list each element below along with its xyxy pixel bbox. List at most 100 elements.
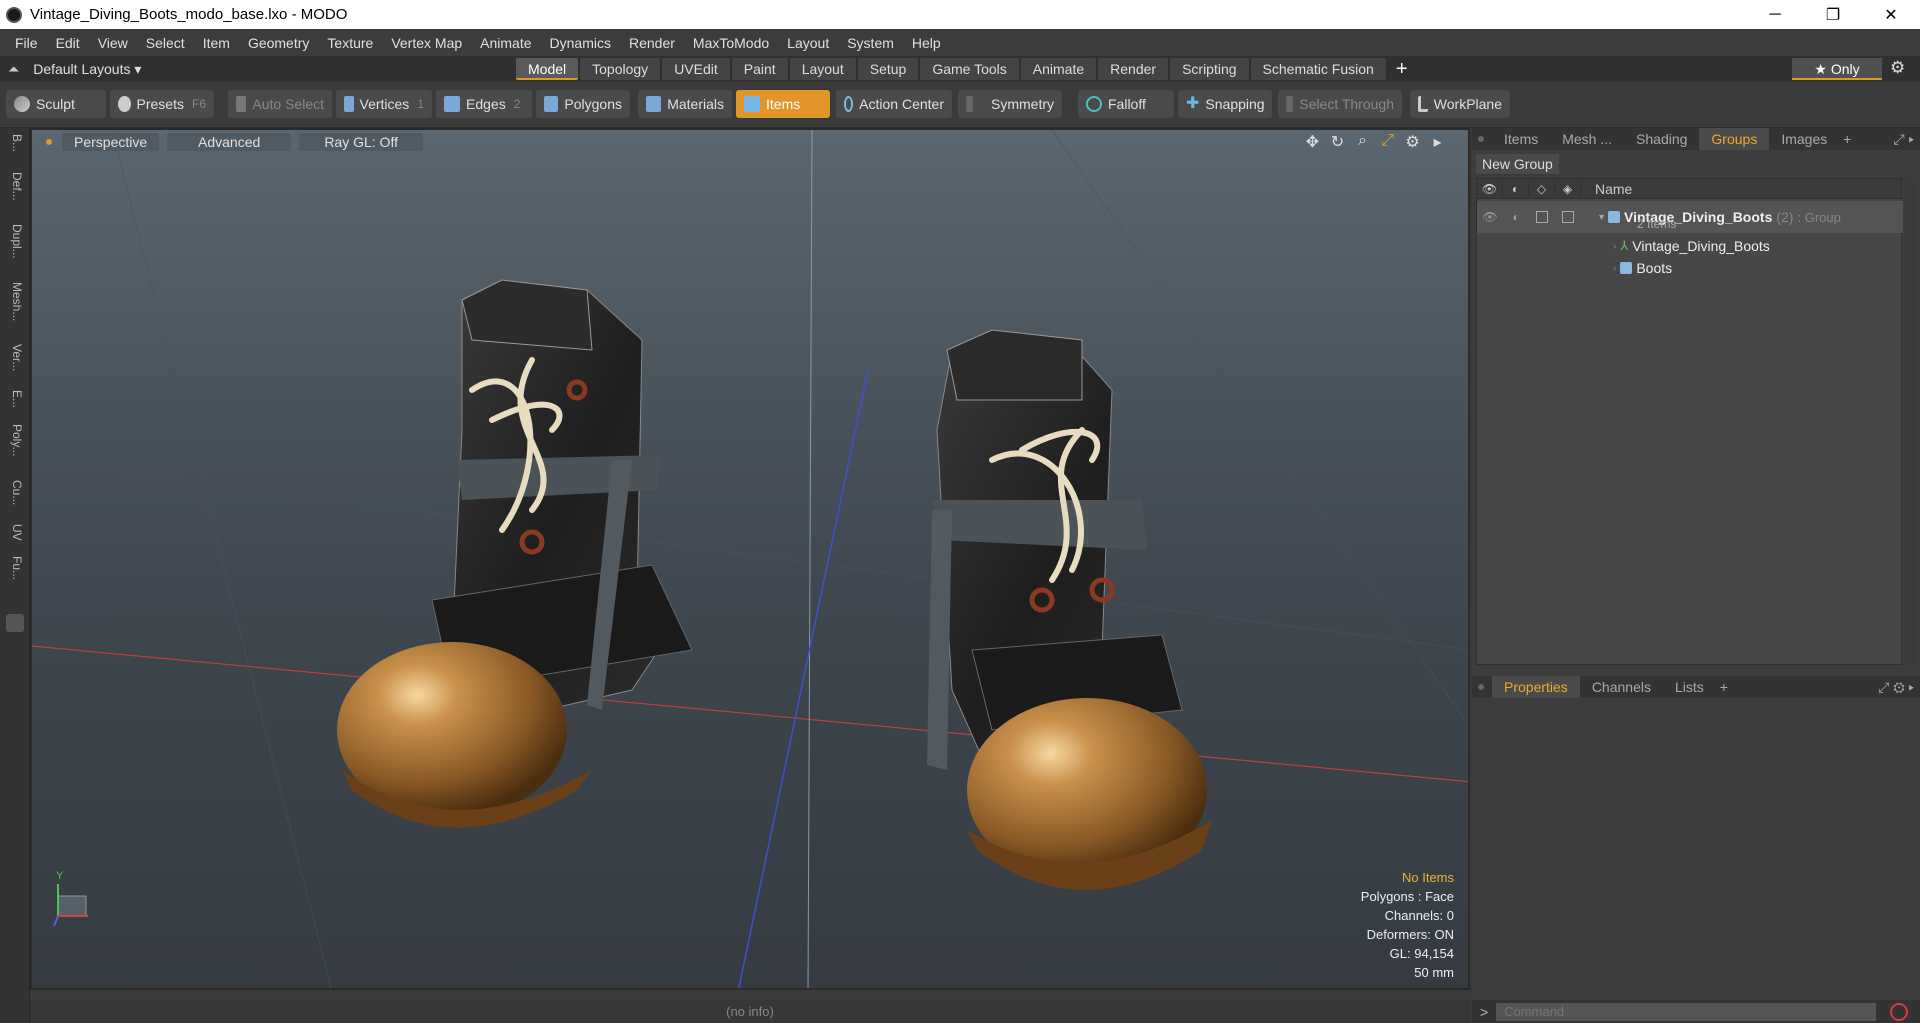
main-toolbar: Sculpt Presets F6 Auto Select Vertices 1… [0, 82, 1920, 128]
menu-view[interactable]: View [89, 35, 137, 51]
vertices-button[interactable]: Vertices 1 [336, 90, 432, 118]
group-row[interactable]: 👁 ◐ ▾ Vintage_Diving_Boots (2) : Group [1477, 201, 1903, 233]
record-icon[interactable] [1890, 1002, 1909, 1021]
group-visibility-icon[interactable]: 👁 [1477, 210, 1503, 224]
only-toggle[interactable]: ★ Only [1792, 58, 1882, 80]
tab-paint[interactable]: Paint [731, 58, 788, 80]
menu-animate[interactable]: Animate [471, 35, 540, 51]
tree-row-locator[interactable]: › ⅄ Vintage_Diving_Boots [1477, 235, 1903, 257]
materials-label: Materials [667, 96, 724, 112]
tab-schematic-fusion[interactable]: Schematic Fusion [1250, 58, 1386, 80]
new-group-button[interactable]: New Group [1476, 154, 1559, 174]
tab-render[interactable]: Render [1098, 58, 1169, 80]
strip-tab-curve[interactable]: Cu... [6, 480, 24, 505]
select-through-button[interactable]: Select Through [1278, 90, 1402, 118]
viewport-menu-icon[interactable]: ▸ [1425, 132, 1450, 152]
tree-row-mesh[interactable]: › Boots [1477, 257, 1903, 279]
menu-geometry[interactable]: Geometry [239, 35, 318, 51]
strip-tab-vertex[interactable]: Ver... [6, 344, 24, 371]
gear-icon[interactable]: ⚙ [1890, 58, 1905, 78]
strip-tab-mesh[interactable]: Mesh... [6, 282, 24, 321]
polygons-button[interactable]: Polygons [536, 90, 630, 118]
tab-properties[interactable]: Properties [1492, 676, 1580, 698]
expand-panel-icon[interactable]: ⤢ ▸ [1894, 131, 1915, 148]
tab-model[interactable]: Model [516, 58, 579, 80]
tab-shading[interactable]: Shading [1624, 128, 1699, 150]
maximize-button[interactable]: ❐ [1804, 0, 1862, 29]
advanced-button[interactable]: Advanced [167, 133, 292, 151]
minimize-button[interactable]: ─ [1746, 0, 1804, 29]
menu-system[interactable]: System [838, 35, 903, 51]
group-lock-checkbox[interactable] [1536, 211, 1548, 223]
render-col-icon[interactable]: ◐ [1503, 181, 1529, 196]
menu-dynamics[interactable]: Dynamics [541, 35, 620, 51]
strip-tab-duplicate[interactable]: Dupl... [6, 224, 24, 259]
zoom-icon[interactable]: ⌕ [1350, 132, 1375, 152]
visibility-col-icon[interactable]: 👁 [1477, 181, 1503, 196]
strip-tab-uv[interactable]: UV [6, 524, 24, 541]
strip-toggle-icon[interactable] [6, 614, 24, 632]
lock-col-icon[interactable]: ◇ [1529, 181, 1555, 196]
workplane-button[interactable]: WorkPlane [1410, 90, 1510, 118]
command-input[interactable] [1496, 1002, 1877, 1021]
edges-button[interactable]: Edges 2 [436, 90, 532, 118]
3d-viewport[interactable]: Perspective Advanced Ray GL: Off ✥ ↻ ⌕ ⤢… [30, 128, 1470, 990]
tab-scripting[interactable]: Scripting [1170, 58, 1249, 80]
symmetry-button[interactable]: Symmetry [958, 90, 1062, 118]
collapse-icon[interactable]: ⏶ [8, 61, 19, 78]
perspective-button[interactable]: Perspective [62, 133, 160, 151]
menu-select[interactable]: Select [137, 35, 194, 51]
menu-texture[interactable]: Texture [318, 35, 382, 51]
modo-app-icon [6, 6, 22, 23]
strip-tab-fusion[interactable]: Fu... [6, 556, 24, 580]
tab-animate[interactable]: Animate [1020, 58, 1097, 80]
add-panel-tab-icon[interactable]: + [1720, 679, 1728, 695]
menu-layout[interactable]: Layout [778, 35, 838, 51]
select-col-icon[interactable]: ◈ [1555, 181, 1581, 196]
presets-button[interactable]: Presets F6 [110, 90, 214, 118]
raygl-button[interactable]: Ray GL: Off [299, 133, 424, 151]
snapping-button[interactable]: ✚ Snapping [1178, 90, 1272, 118]
tab-uvedit[interactable]: UVEdit [662, 58, 730, 80]
tab-layout[interactable]: Layout [789, 58, 856, 80]
tree-scrollbar[interactable] [1906, 178, 1916, 665]
add-panel-tab-icon[interactable]: + [1843, 131, 1851, 147]
menu-maxtomodo[interactable]: MaxToModo [684, 35, 778, 51]
strip-tab-edge[interactable]: E... [6, 390, 24, 408]
menu-render[interactable]: Render [620, 35, 684, 51]
expand-panel-icon[interactable]: ⤢ ⚙ ▸ [1878, 679, 1914, 696]
tab-mesh[interactable]: Mesh ... [1550, 128, 1624, 150]
menu-vertex-map[interactable]: Vertex Map [382, 35, 471, 51]
viewport-settings-icon[interactable]: ⚙ [1400, 132, 1425, 152]
tab-setup[interactable]: Setup [857, 58, 919, 80]
action-center-button[interactable]: Action Center [836, 90, 952, 118]
strip-tab-polygon[interactable]: Poly... [6, 424, 24, 456]
group-render-icon[interactable]: ◐ [1503, 210, 1529, 224]
menu-edit[interactable]: Edit [47, 35, 89, 51]
tab-lists[interactable]: Lists [1663, 676, 1716, 698]
pan-icon[interactable]: ✥ [1300, 132, 1325, 152]
strip-tab-deform[interactable]: Def... [6, 172, 24, 201]
tab-game-tools[interactable]: Game Tools [920, 58, 1019, 80]
items-button[interactable]: Items [736, 90, 830, 118]
menu-help[interactable]: Help [903, 35, 950, 51]
group-select-checkbox[interactable] [1562, 211, 1574, 223]
strip-tab-basic[interactable]: B... [6, 134, 24, 152]
sculpt-button[interactable]: Sculpt [6, 90, 106, 118]
tab-images[interactable]: Images [1769, 128, 1839, 150]
tab-items[interactable]: Items [1492, 128, 1550, 150]
close-button[interactable]: ✕ [1862, 0, 1920, 29]
auto-select-button[interactable]: Auto Select [228, 90, 332, 118]
add-tab-icon[interactable]: + [1396, 58, 1408, 80]
fit-icon[interactable]: ⤢ [1375, 132, 1400, 152]
tab-topology[interactable]: Topology [580, 58, 661, 80]
tab-groups[interactable]: Groups [1699, 128, 1770, 150]
menu-item[interactable]: Item [194, 35, 239, 51]
menu-file[interactable]: File [6, 35, 47, 51]
default-layouts-dropdown[interactable]: Default Layouts ▾ [33, 61, 141, 78]
group-expand-icon[interactable]: ▾ [1599, 212, 1604, 223]
rotate-icon[interactable]: ↻ [1325, 132, 1350, 152]
tab-channels[interactable]: Channels [1580, 676, 1663, 698]
materials-button[interactable]: Materials [638, 90, 732, 118]
falloff-button[interactable]: Falloff [1078, 90, 1174, 118]
